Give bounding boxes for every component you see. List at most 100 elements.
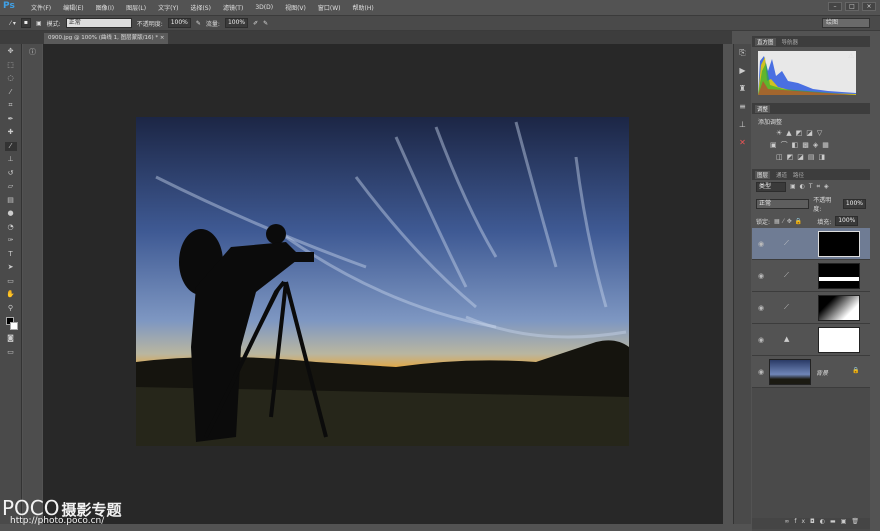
flow-input[interactable]: 100% — [224, 18, 249, 28]
tab-adjustments[interactable]: 调整 — [755, 104, 771, 113]
pen-tool-icon[interactable]: ✑ — [5, 236, 17, 245]
histogram-graph — [758, 51, 856, 95]
menu-view[interactable]: 视图(V) — [285, 3, 306, 12]
visibility-eye-icon[interactable]: ◉ — [758, 336, 764, 344]
maximize-button[interactable]: □ — [845, 2, 859, 11]
workspace-select[interactable]: 绘图 — [822, 18, 870, 28]
layer-thumbnail — [769, 359, 811, 385]
brush-tool-icon[interactable]: ⁄ — [4, 141, 17, 151]
shape-tool-icon[interactable]: ▭ — [5, 277, 17, 286]
tab-channels[interactable]: 通道 — [776, 171, 787, 179]
move-tool-icon[interactable]: ✥ — [5, 47, 17, 56]
hand-tool-icon[interactable]: ✋ — [5, 290, 17, 299]
menu-3d[interactable]: 3D(D) — [255, 4, 273, 11]
layer-mask-thumbnail[interactable] — [818, 231, 860, 257]
minimize-button[interactable]: – — [828, 2, 842, 11]
menu-filter[interactable]: 滤镜(T) — [223, 3, 243, 12]
brush-panel-icon[interactable]: ≡ — [737, 102, 749, 114]
layer-levels[interactable]: ◉ ▲ — [752, 324, 870, 356]
gradient-tool-icon[interactable]: ▤ — [5, 196, 17, 205]
histogram-warning-icon[interactable]: ⚠ — [848, 52, 854, 60]
layer-filter-icons[interactable]: ▣◐T⌗◈ — [790, 183, 833, 191]
visibility-eye-icon[interactable]: ◉ — [758, 304, 764, 312]
layer-filter-select[interactable]: 类型 — [756, 182, 786, 192]
menu-window[interactable]: 窗口(W) — [318, 3, 341, 12]
eyedropper-tool-icon[interactable]: ✒ — [5, 115, 17, 124]
layer-curves-3[interactable]: ◉ ⟋ — [752, 292, 870, 324]
tab-close-icon[interactable]: × — [160, 35, 165, 41]
histogram-panel-header: 直方图 导航器 — [752, 36, 870, 47]
menu-help[interactable]: 帮助(H) — [353, 3, 374, 12]
adjustment-icons-row-2[interactable]: ▣⌒◧▩◈▦ — [770, 140, 864, 150]
document-image[interactable] — [136, 117, 629, 446]
screen-mode-icon[interactable]: ▭ — [5, 348, 17, 357]
visibility-eye-icon[interactable]: ◉ — [758, 240, 764, 248]
menu-select[interactable]: 选择(S) — [190, 3, 211, 12]
type-tool-icon[interactable]: T — [5, 250, 17, 259]
blur-tool-icon[interactable]: ● — [5, 209, 17, 218]
brush-panel-icon[interactable]: ▣ — [36, 20, 42, 27]
brush-presets-icon[interactable]: ♜ — [737, 84, 749, 96]
layer-curves-2[interactable]: ◉ ⟋ — [752, 260, 870, 292]
menu-edit[interactable]: 编辑(E) — [63, 3, 83, 12]
history-brush-tool-icon[interactable]: ↺ — [5, 169, 17, 178]
document-tab[interactable]: 0900.jpg @ 100% (曲线 1, 图层蒙版/16) * × — [44, 33, 169, 44]
adjustments-panel: 添加调整 ☀▲◩◪▽ ▣⌒◧▩◈▦ ◫◩◪▤◨ — [752, 114, 870, 169]
adjustment-icons-row-3[interactable]: ◫◩◪▤◨ — [776, 153, 864, 161]
path-select-tool-icon[interactable]: ➤ — [5, 263, 17, 272]
dodge-tool-icon[interactable]: ◔ — [5, 223, 17, 232]
brush-preset-picker[interactable]: ▪ — [20, 18, 31, 28]
menu-image[interactable]: 图像(I) — [96, 3, 114, 12]
layers-footer-icons[interactable]: ∞fx◘◐▬▣🗑 — [752, 518, 870, 529]
close-button[interactable]: × — [862, 2, 876, 11]
menu-file[interactable]: 文件(F) — [31, 3, 51, 12]
tools-panel: ✥ ⬚ ◌ ⁄ ⌗ ✒ ✚ ⁄ ⊥ ↺ ▱ ▤ ● ◔ ✑ T ➤ ▭ ✋ ⚲ … — [0, 44, 22, 524]
pressure-opacity-icon[interactable]: ✎ — [196, 20, 201, 27]
tab-layers[interactable]: 图层 — [755, 170, 771, 179]
layer-mask-thumbnail[interactable] — [818, 327, 860, 353]
tab-histogram[interactable]: 直方图 — [755, 37, 776, 46]
healing-tool-icon[interactable]: ✚ — [5, 128, 17, 137]
menu-type[interactable]: 文字(Y) — [158, 3, 178, 12]
tab-navigator[interactable]: 导航器 — [782, 38, 799, 46]
visibility-eye-icon[interactable]: ◉ — [758, 368, 764, 376]
layer-mask-thumbnail[interactable] — [818, 295, 860, 321]
layer-mask-thumbnail[interactable] — [818, 263, 860, 289]
layer-opacity-label: 不透明度: — [813, 197, 832, 213]
blend-mode-select[interactable]: 正常 — [756, 199, 810, 209]
mode-select[interactable]: 正常 — [65, 18, 132, 28]
opacity-input[interactable]: 100% — [167, 18, 191, 28]
color-swatches[interactable] — [4, 317, 18, 331]
pressure-size-icon[interactable]: ✎ — [263, 20, 268, 27]
background-color[interactable] — [10, 322, 18, 330]
clone-source-icon[interactable]: ⊥ — [737, 120, 749, 132]
visibility-eye-icon[interactable]: ◉ — [758, 272, 764, 280]
layer-curves-1[interactable]: ◉ ⟋ — [752, 228, 870, 260]
zoom-tool-icon[interactable]: ⚲ — [5, 304, 17, 313]
tool-presets-icon[interactable]: ✕ — [737, 138, 749, 150]
quick-mask-icon[interactable]: ◙ — [5, 334, 17, 343]
layer-background[interactable]: ◉ 背景 🔒 — [752, 356, 870, 388]
eraser-tool-icon[interactable]: ▱ — [5, 182, 17, 191]
adjustment-icons-row-1[interactable]: ☀▲◩◪▽ — [776, 129, 864, 137]
layers-panel-header: 图层 通道 路径 — [752, 169, 870, 180]
crop-tool-icon[interactable]: ⌗ — [5, 101, 17, 110]
right-panels: 直方图 导航器 ⚠ 调整 添加调整 ☀▲◩◪▽ ▣⌒◧▩◈▦ ◫◩◪▤◨ 图层 … — [752, 36, 870, 531]
quick-select-tool-icon[interactable]: ⁄ — [5, 88, 17, 97]
actions-panel-icon[interactable]: ▶ — [737, 66, 749, 78]
airbrush-icon[interactable]: ✐ — [253, 20, 258, 27]
tab-paths[interactable]: 路径 — [793, 171, 804, 179]
info-icon[interactable]: ⓘ — [27, 48, 39, 57]
lasso-tool-icon[interactable]: ◌ — [5, 74, 17, 83]
histogram-panel: ⚠ — [752, 47, 870, 103]
menu-layer[interactable]: 图层(L) — [126, 3, 146, 12]
lock-icons[interactable]: ▦⁄✥🔒 — [774, 218, 805, 225]
brush-tool-icon[interactable]: ⁄ ▾ — [10, 20, 16, 27]
marquee-tool-icon[interactable]: ⬚ — [5, 61, 17, 70]
history-panel-icon[interactable]: ⎘ — [737, 48, 749, 60]
fill-input[interactable]: 100% — [835, 216, 859, 226]
layer-name[interactable]: 背景 — [816, 368, 828, 377]
levels-adjustment-icon: ▲ — [784, 335, 790, 343]
layer-opacity-input[interactable]: 100% — [842, 199, 866, 209]
stamp-tool-icon[interactable]: ⊥ — [5, 155, 17, 164]
